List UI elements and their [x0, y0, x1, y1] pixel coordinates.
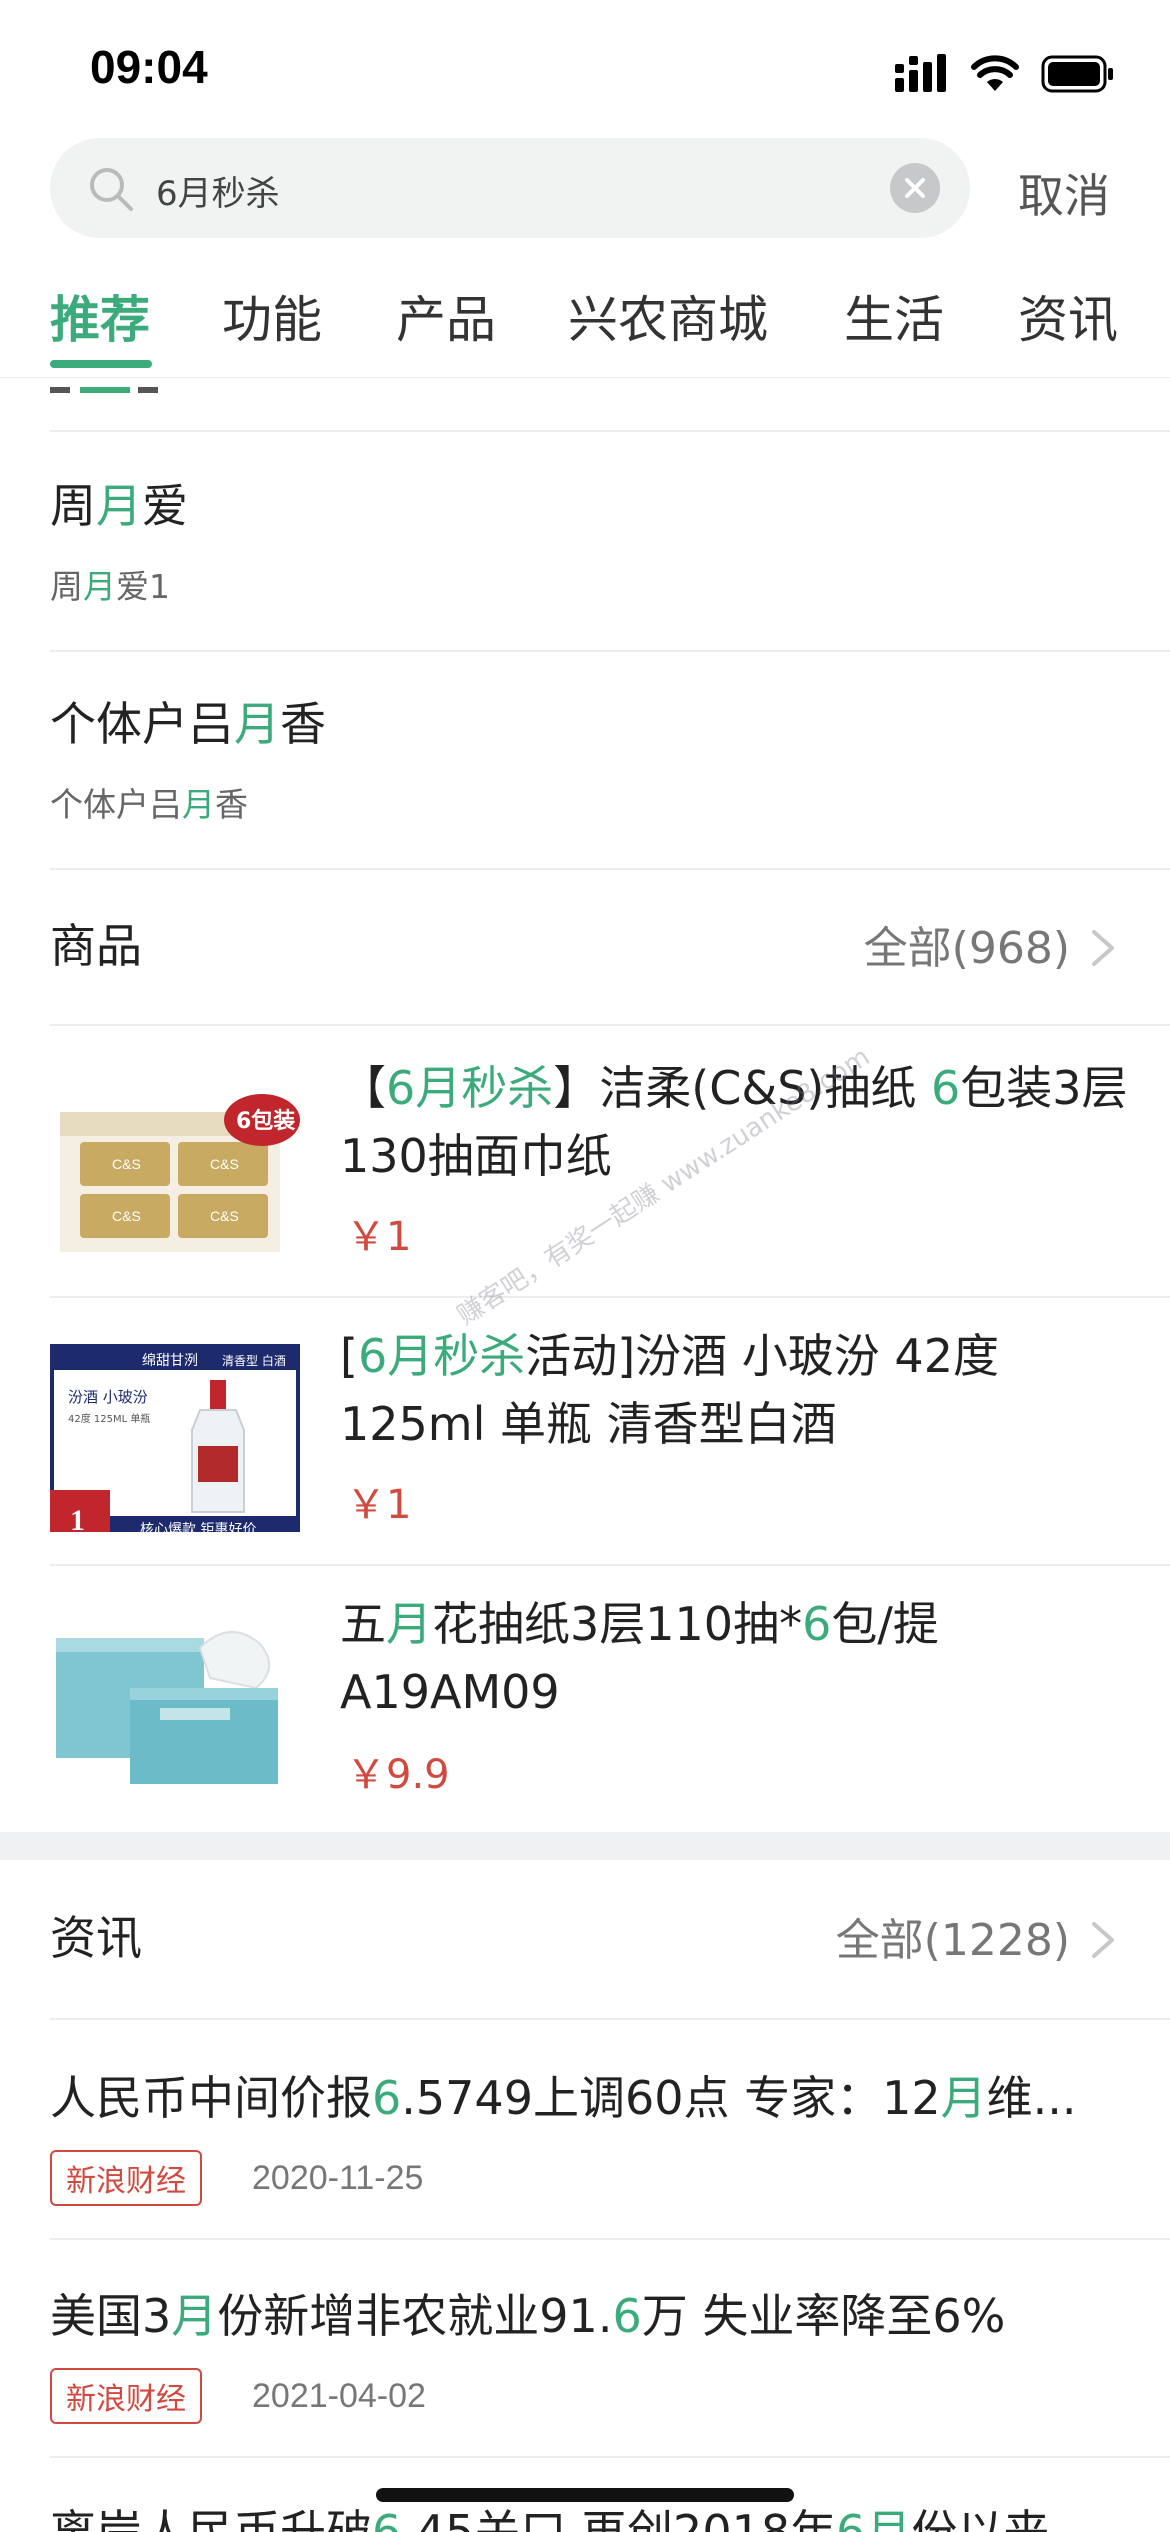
person-subtitle: 周月爱1 — [50, 567, 170, 606]
divider — [50, 1296, 1170, 1298]
status-icons — [895, 52, 1115, 96]
tissue-box-image — [50, 1608, 300, 1800]
person-name: 个体户吕月香 — [50, 697, 326, 751]
product-price: ￥1 — [346, 1214, 412, 1260]
svg-text:C&S: C&S — [210, 1156, 239, 1172]
product-price: ￥9.9 — [346, 1752, 450, 1798]
svg-text:C&S: C&S — [112, 1156, 141, 1172]
news-meta: 新浪财经 2020-11-25 — [50, 2150, 1120, 2206]
divider — [50, 2018, 1170, 2020]
tab-products[interactable]: 产品 — [396, 280, 496, 352]
tab-mall[interactable]: 兴农商城 — [568, 280, 768, 352]
status-bar: 09:04 — [0, 0, 1170, 140]
search-icon — [90, 168, 133, 211]
news-title: 人民币中间价报6.5749上调60点 专家：12月维... — [50, 2071, 1077, 2125]
divider — [50, 868, 1170, 870]
see-all-products-link[interactable]: 全部(968) — [864, 912, 1070, 976]
divider — [50, 650, 1170, 652]
list-item[interactable]: 个体户吕月香 个体户吕月香 — [50, 688, 326, 826]
active-tab-indicator — [50, 360, 152, 368]
svg-text:绵甜甘洌: 绵甜甘洌 — [142, 1352, 198, 1369]
person-subtitle: 个体户吕月香 — [50, 785, 248, 824]
person-name: 周月爱 — [50, 479, 188, 533]
product-price: ￥1 — [346, 1482, 412, 1528]
tab-features[interactable]: 功能 — [222, 280, 322, 352]
section-title: 资讯 — [50, 1911, 142, 1965]
products-section-header[interactable]: 商品 全部(968) — [50, 900, 1170, 990]
news-title: 美国3月份新增非农就业91.6万 失业率降至6% — [50, 2289, 1006, 2343]
divider — [50, 1024, 1170, 1026]
tissue-pack-image: C&S C&S C&S C&S 6包装 — [50, 1072, 300, 1264]
tab-recommend[interactable]: 推荐 — [50, 280, 150, 352]
see-all-news-link[interactable]: 全部(1228) — [836, 1904, 1070, 1968]
list-item[interactable]: 周月爱 周月爱1 — [50, 470, 188, 608]
chevron-right-icon — [1092, 1922, 1114, 1958]
news-date: 2020-11-25 — [252, 2158, 424, 2197]
news-item[interactable]: 美国3月份新增非农就业91.6万 失业率降至6% 新浪财经 2021-04-02 — [50, 2280, 1120, 2424]
search-row: 6月秒杀 取消 — [0, 138, 1170, 238]
news-section-header[interactable]: 资讯 全部(1228) — [50, 1892, 1170, 1982]
tab-news[interactable]: 资讯 — [1018, 280, 1118, 352]
news-date: 2021-04-02 — [252, 2376, 426, 2415]
home-indicator[interactable] — [376, 2488, 794, 2502]
chevron-right-icon — [1092, 930, 1114, 966]
svg-text:C&S: C&S — [210, 1208, 239, 1224]
category-tabs: 推荐 功能 产品 兴农商城 生活 资讯 — [0, 260, 1170, 378]
scrolled-item-remnant — [50, 378, 160, 393]
divider — [50, 2238, 1170, 2240]
divider — [50, 430, 1170, 432]
tab-life[interactable]: 生活 — [844, 280, 944, 352]
search-input[interactable]: 6月秒杀 — [50, 138, 970, 238]
section-title: 商品 — [50, 919, 142, 973]
status-time: 09:04 — [90, 41, 208, 93]
news-item[interactable]: 人民币中间价报6.5749上调60点 专家：12月维... 新浪财经 2020-… — [50, 2062, 1120, 2206]
news-meta: 新浪财经 2021-04-02 — [50, 2368, 1120, 2424]
cellular-signal-icon — [895, 54, 946, 92]
svg-text:42度 125ML 单瓶: 42度 125ML 单瓶 — [68, 1412, 150, 1425]
divider — [50, 2456, 1170, 2458]
svg-text:核心爆款 钜惠好价: 核心爆款 钜惠好价 — [140, 1522, 256, 1532]
divider — [50, 1564, 1170, 1566]
product-title: [6月秒杀活动]汾酒 小玻汾 42度 125ml 单瓶 清香型白酒 — [340, 1329, 999, 1451]
pack-badge-text: 6包装 — [236, 1108, 295, 1134]
source-badge: 新浪财经 — [50, 2368, 202, 2424]
wifi-icon — [971, 55, 1019, 91]
liquor-bottle-image: 绵甜甘洌 清香型 白酒 汾酒 小玻汾 42度 125ML 单瓶 1 核心爆款 钜… — [46, 1340, 304, 1544]
battery-icon — [1041, 55, 1113, 93]
svg-text:清香型 白酒: 清香型 白酒 — [222, 1353, 286, 1368]
svg-text:1: 1 — [70, 1504, 85, 1532]
product-title: 五月花抽纸3层110抽*6包/提 A19AM09 — [340, 1597, 939, 1719]
section-gap — [0, 1832, 1170, 1860]
clear-search-icon[interactable] — [890, 163, 940, 213]
search-query-text: 6月秒杀 — [156, 174, 280, 214]
svg-text:汾酒 小玻汾: 汾酒 小玻汾 — [68, 1388, 148, 1406]
svg-text:C&S: C&S — [112, 1208, 141, 1224]
cancel-button[interactable]: 取消 — [1018, 160, 1110, 226]
product-item[interactable]: 五月花抽纸3层110抽*6包/提 A19AM09 ￥9.9 — [50, 1590, 1120, 1810]
source-badge: 新浪财经 — [50, 2150, 202, 2206]
product-item[interactable]: 绵甜甘洌 清香型 白酒 汾酒 小玻汾 42度 125ML 单瓶 1 核心爆款 钜… — [46, 1322, 1120, 1544]
